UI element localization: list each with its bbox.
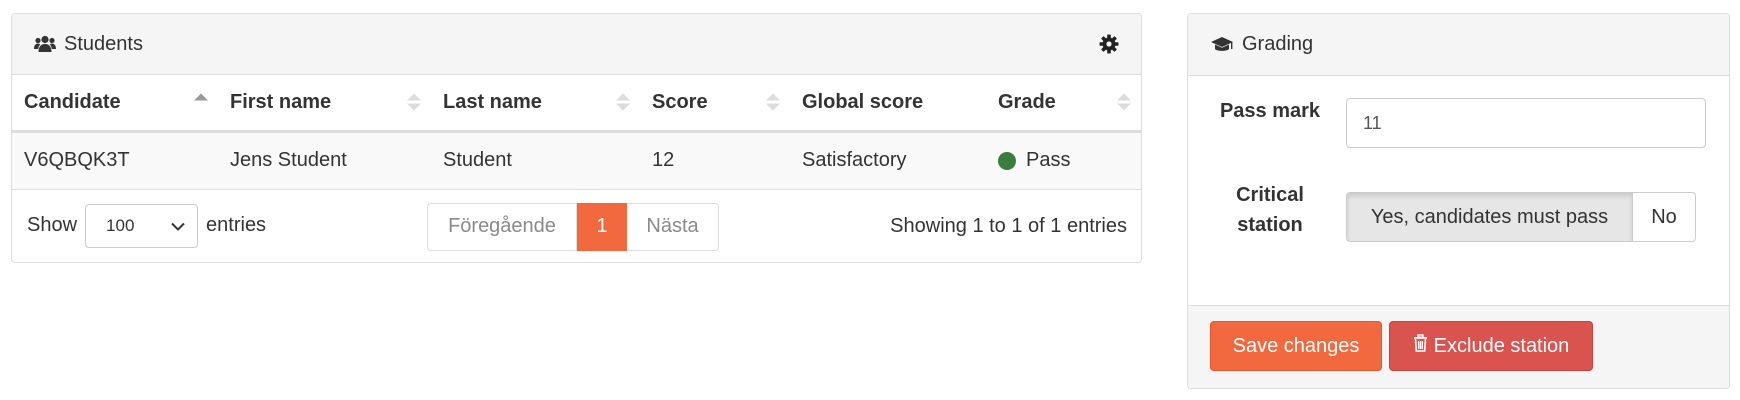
grading-panel: Grading Pass mark 11 Critical station Ye…	[1187, 13, 1730, 389]
cell-grade: Pass	[986, 131, 1141, 190]
sort-icon	[616, 93, 630, 111]
entries-per-page-value: 100	[106, 215, 135, 235]
students-panel-title: Students	[64, 32, 143, 55]
save-changes-label: Save changes	[1232, 334, 1360, 357]
next-page-button[interactable]: Nästa	[627, 202, 719, 251]
pagination: Föregående 1 Nästa	[427, 202, 719, 251]
cell-score: 12	[640, 131, 790, 190]
column-header-grade[interactable]: Grade	[986, 75, 1141, 133]
cell-last-name: Student	[431, 131, 640, 190]
pass-mark-input[interactable]: 11	[1346, 98, 1706, 148]
entries-label: entries	[206, 214, 267, 236]
pass-status-dot-icon	[998, 151, 1016, 170]
table-row[interactable]: V6QBQK3T Jens Student Student 12 Satisfa…	[12, 131, 1141, 190]
critical-station-toggle: Yes, candidates must pass No	[1346, 192, 1696, 242]
column-header-global-score: Global score	[790, 75, 986, 133]
sort-icon	[407, 93, 421, 111]
entries-per-page-select[interactable]: 100	[85, 203, 199, 248]
show-label: Show	[27, 214, 78, 236]
students-panel: Students Candidate First name Last name …	[11, 13, 1142, 263]
column-header-first-name[interactable]: First name	[218, 75, 431, 133]
page: Students Candidate First name Last name …	[0, 0, 1740, 400]
column-header-last-name[interactable]: Last name	[431, 75, 640, 133]
graduation-cap-icon	[1210, 36, 1234, 54]
grade-label: Pass	[1026, 149, 1071, 171]
cell-first-name: Jens Student	[218, 131, 431, 190]
cell-global-score: Satisfactory	[790, 131, 986, 190]
column-header-candidate[interactable]: Candidate	[12, 75, 218, 133]
column-header-label: Global score	[802, 90, 924, 113]
column-header-label: First name	[230, 90, 332, 113]
sort-icon	[1117, 93, 1131, 111]
students-heading: Students	[34, 33, 143, 56]
column-header-score[interactable]: Score	[640, 75, 790, 133]
column-header-label: Grade	[998, 90, 1056, 113]
students-table: Candidate First name Last name Score Glo…	[12, 75, 1141, 190]
table-footer: Show 100 entries Föregående 1 Nästa Show…	[12, 190, 1141, 262]
column-header-label: Candidate	[24, 90, 121, 113]
gear-icon[interactable]	[1099, 34, 1119, 54]
cell-candidate: V6QBQK3T	[12, 131, 218, 190]
previous-page-button[interactable]: Föregående	[427, 202, 577, 251]
table-info: Showing 1 to 1 of 1 entries	[890, 214, 1127, 237]
chevron-down-icon	[171, 216, 185, 236]
critical-no-button[interactable]: No	[1633, 192, 1696, 242]
pass-mark-label: Pass mark	[1219, 100, 1321, 122]
grading-footer: Save changes Exclude station	[1188, 305, 1729, 388]
column-header-label: Score	[652, 90, 708, 113]
users-icon	[34, 35, 56, 53]
exclude-station-button[interactable]: Exclude station	[1389, 321, 1593, 371]
critical-yes-button[interactable]: Yes, candidates must pass	[1346, 192, 1633, 242]
students-panel-heading: Students	[12, 14, 1141, 75]
save-changes-button[interactable]: Save changes	[1210, 321, 1382, 371]
grading-panel-title: Grading	[1242, 33, 1314, 55]
critical-station-label: Critical station	[1236, 184, 1304, 236]
table-header-row: Candidate First name Last name Score Glo…	[12, 75, 1141, 133]
trash-icon	[1413, 334, 1428, 358]
entries-length-control: Show 100 entries	[27, 203, 267, 248]
page-1-button[interactable]: 1	[577, 202, 627, 251]
sort-ascending-icon	[194, 93, 208, 111]
column-header-label: Last name	[443, 90, 542, 113]
grading-panel-heading: Grading	[1188, 14, 1729, 76]
exclude-station-label: Exclude station	[1433, 334, 1570, 357]
sort-icon	[766, 93, 780, 111]
